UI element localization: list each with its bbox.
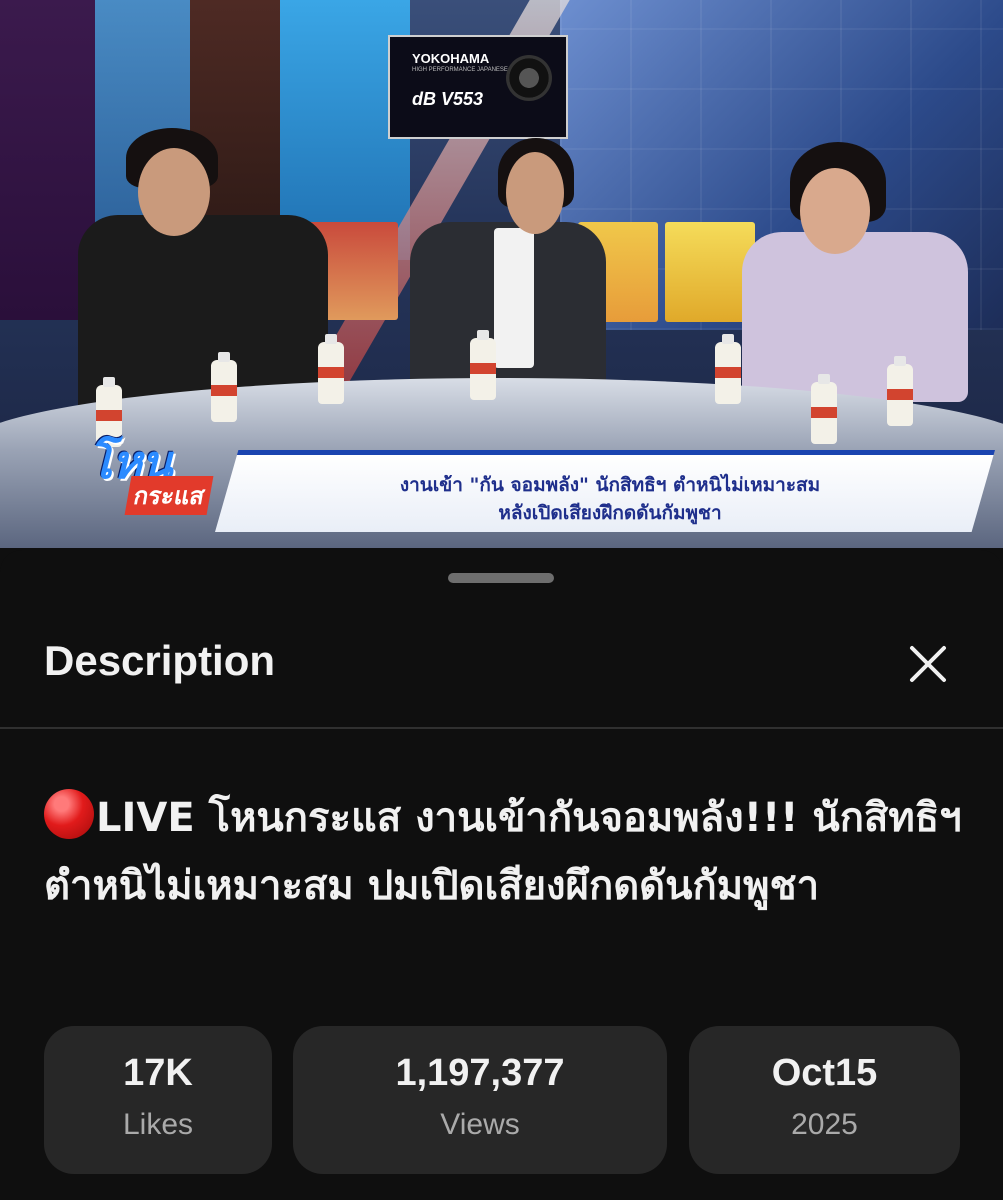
show-logo: โหน กระแส	[80, 426, 255, 518]
likes-label: Likes	[122, 1108, 194, 1141]
drink-bottle	[887, 356, 913, 426]
drink-bottle	[470, 330, 496, 400]
close-button[interactable]	[902, 638, 954, 690]
ticker-headline: งานเข้า "กัน จอมพลัง" นักสิทธิฯ ตำหนิไม่…	[399, 474, 821, 496]
drink-bottle	[211, 352, 237, 422]
host-face	[800, 168, 870, 254]
views-stat: 1,197,377 Views	[293, 1026, 667, 1174]
host-right	[742, 232, 968, 402]
host-face	[506, 152, 564, 234]
drink-bottle	[811, 374, 837, 444]
host-face	[138, 148, 210, 236]
tire-image	[506, 55, 552, 101]
ticker-subheadline: หลังเปิดเสียงฝึกดดันกัมพูชา	[498, 502, 722, 524]
ad-model: dB V553	[412, 89, 484, 109]
close-icon	[910, 646, 946, 682]
ad-brand: YOKOHAMA	[412, 51, 490, 66]
video-player[interactable]: YOKOHAMA HIGH PERFORMANCE JAPANESE TIRE …	[0, 0, 1003, 548]
divider	[0, 727, 1003, 729]
video-title-text: LIVE โหนกระแส งานเข้ากันจอมพลัง!!! นักสิ…	[44, 795, 962, 909]
views-label: Views	[440, 1108, 520, 1141]
description-sheet: Description LIVE โหนกระแส งานเข้ากันจอมพ…	[0, 550, 1003, 1200]
date-stat: Oct15 2025	[689, 1026, 960, 1174]
show-logo-bottom: กระแส	[124, 476, 214, 515]
stats-row: 17K Likes 1,197,377 Views Oct15 2025	[44, 1026, 960, 1174]
publish-year: 2025	[791, 1108, 858, 1141]
drink-bottle	[715, 334, 741, 404]
news-ticker: งานเข้า "กัน จอมพลัง" นักสิทธิฯ ตำหนิไม่…	[40, 435, 1003, 538]
drag-handle[interactable]	[448, 573, 554, 583]
likes-stat: 17K Likes	[44, 1026, 272, 1174]
sheet-title: Description	[44, 637, 276, 684]
red-circle-icon	[44, 789, 94, 839]
publish-date: Oct15	[771, 1052, 878, 1094]
drink-bottle	[318, 334, 344, 404]
host-shirt	[494, 228, 534, 368]
views-count: 1,197,377	[395, 1052, 565, 1094]
video-title: LIVE โหนกระแส งานเข้ากันจอมพลัง!!! นักสิ…	[44, 784, 964, 920]
likes-count: 17K	[123, 1052, 193, 1094]
sponsor-ad: YOKOHAMA HIGH PERFORMANCE JAPANESE TIRE …	[388, 35, 568, 139]
